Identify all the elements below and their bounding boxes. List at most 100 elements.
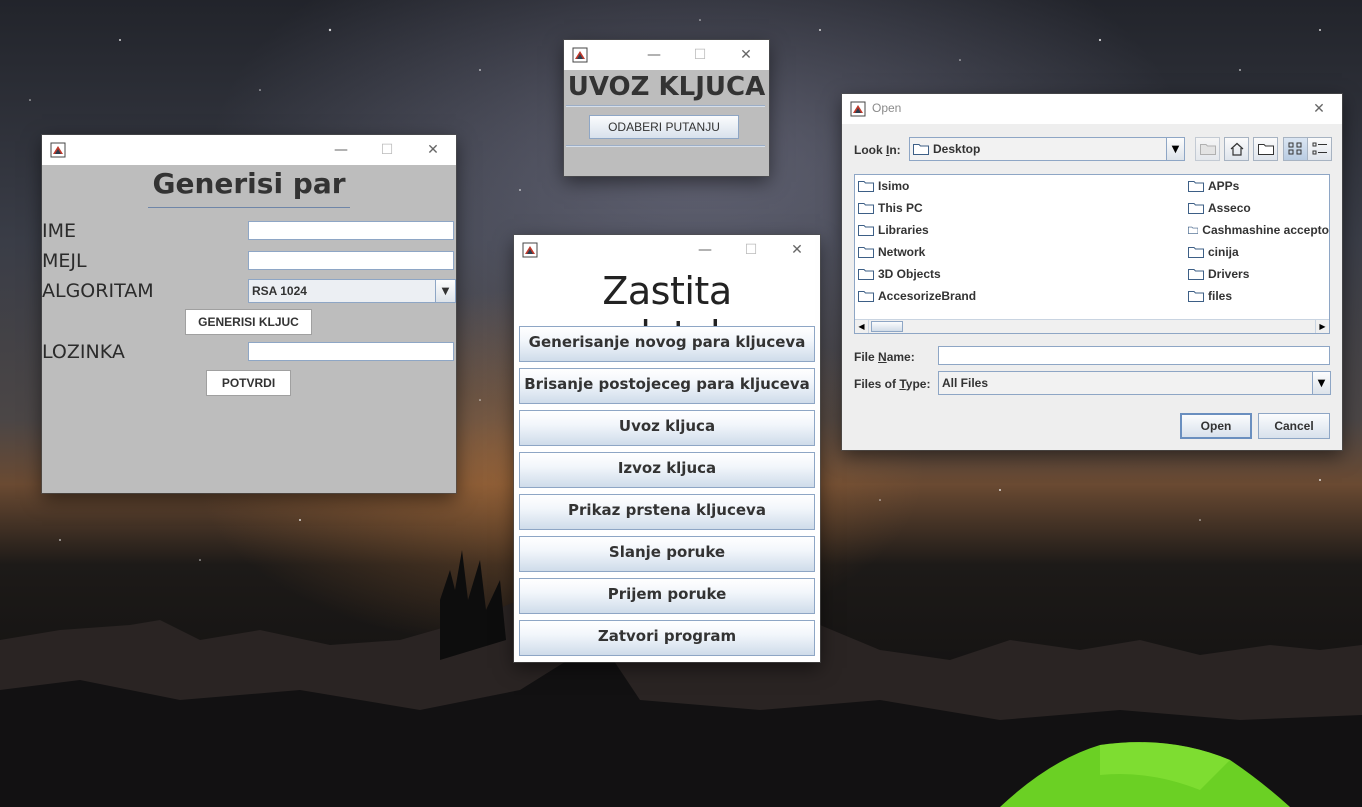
folder-icon (1188, 247, 1204, 258)
list-item[interactable]: 3D Objects (858, 267, 941, 281)
algoritam-label: ALGORITAM (42, 280, 154, 302)
uvoz-kljuca-button[interactable]: Uvoz kljuca (519, 410, 815, 446)
close-button[interactable]: ✕ (410, 135, 456, 165)
generisi-par-window: — ☐ ✕ Generisi par IME MEJL ALGORITAM RS… (42, 135, 456, 493)
separator (566, 145, 765, 147)
title-bar[interactable]: — ☐ ✕ (42, 135, 456, 165)
folder-icon (913, 144, 929, 155)
list-item[interactable]: Network (858, 245, 925, 259)
folder-icon (858, 225, 874, 236)
scroll-right-icon[interactable]: ▶ (1315, 320, 1329, 333)
ime-field[interactable] (248, 221, 454, 240)
home-icon[interactable] (1224, 137, 1249, 161)
folder-icon (858, 291, 874, 302)
list-item[interactable]: Cashmashine accepto (1188, 223, 1329, 237)
page-title: UVOZ KLJUCA (567, 72, 766, 102)
list-view-icon[interactable] (1283, 137, 1308, 161)
algoritam-selected-value: RSA 1024 (252, 284, 307, 298)
list-item[interactable]: Libraries (858, 223, 929, 237)
file-name-field[interactable] (938, 346, 1330, 365)
lozinka-label: LOZINKA (42, 341, 125, 363)
details-view-icon[interactable] (1307, 137, 1332, 161)
zatvori-program-button[interactable]: Zatvori program (519, 620, 815, 656)
ime-label: IME (42, 220, 77, 242)
close-button[interactable]: ✕ (1296, 94, 1342, 124)
generisi-panel: Generisi par IME MEJL ALGORITAM RSA 1024… (42, 165, 456, 493)
folder-icon (1188, 226, 1199, 234)
window-title: Open (872, 101, 902, 115)
separator (566, 105, 765, 107)
mejl-field[interactable] (248, 251, 454, 270)
open-dialog-body: Look In: Desktop ▼ Isimo This PC Librari… (842, 124, 1342, 450)
open-file-dialog: Open ✕ Look In: Desktop ▼ Isimo This PC … (842, 94, 1342, 450)
title-underline (148, 207, 350, 208)
title-bar[interactable]: — ☐ ✕ (514, 235, 820, 265)
chevron-down-icon[interactable]: ▼ (435, 280, 455, 302)
folder-icon (858, 269, 874, 280)
uvoz-kljuca-window: — ☐ ✕ UVOZ KLJUCA ODABERI PUTANJU (564, 40, 769, 176)
generisi-kljuc-button[interactable]: GENERISI KLJUC (185, 309, 312, 335)
java-app-icon (50, 142, 66, 158)
chevron-down-icon[interactable]: ▼ (1166, 138, 1184, 160)
files-of-type-label: Files of Type: (854, 377, 931, 391)
scrollbar-thumb[interactable] (871, 321, 903, 332)
folder-icon (1188, 203, 1204, 214)
mejl-label: MEJL (42, 250, 87, 272)
minimize-button[interactable]: — (682, 235, 728, 265)
files-of-type-select[interactable]: All Files ▼ (938, 371, 1331, 395)
generisanje-button[interactable]: Generisanje novog para kljuceva (519, 326, 815, 362)
izvoz-kljuca-button[interactable]: Izvoz kljuca (519, 452, 815, 488)
files-of-type-value: All Files (942, 376, 989, 390)
list-item[interactable]: This PC (858, 201, 923, 215)
folder-icon (858, 181, 874, 192)
java-app-icon (572, 47, 588, 63)
algoritam-select[interactable]: RSA 1024 ▼ (248, 279, 456, 303)
list-item[interactable]: Drivers (1188, 267, 1249, 281)
chevron-down-icon[interactable]: ▼ (1312, 372, 1330, 394)
folder-icon (1188, 181, 1204, 192)
list-item[interactable]: AccesorizeBrand (858, 289, 976, 303)
folder-icon (1188, 291, 1204, 302)
java-app-icon (522, 242, 538, 258)
prijem-poruke-button[interactable]: Prijem poruke (519, 578, 815, 614)
potvrdi-button[interactable]: POTVRDI (206, 370, 291, 396)
open-button[interactable]: Open (1180, 413, 1252, 439)
folder-icon (858, 203, 874, 214)
folder-icon (858, 247, 874, 258)
close-button[interactable]: ✕ (774, 235, 820, 265)
scroll-left-icon[interactable]: ◀ (855, 320, 869, 333)
uvoz-panel: UVOZ KLJUCA ODABERI PUTANJU (564, 70, 769, 176)
minimize-button[interactable]: — (631, 40, 677, 70)
list-item[interactable]: Isimo (858, 179, 909, 193)
title-bar[interactable]: Open ✕ (842, 94, 1342, 124)
list-item[interactable]: APPs (1188, 179, 1239, 193)
folder-icon (1188, 269, 1204, 280)
brisanje-button[interactable]: Brisanje postojeceg para kljuceva (519, 368, 815, 404)
up-one-level-icon[interactable] (1195, 137, 1220, 161)
title-bar[interactable]: — ☐ ✕ (564, 40, 769, 70)
cancel-button[interactable]: Cancel (1258, 413, 1330, 439)
java-app-icon (850, 101, 866, 117)
page-title: Generisi par (152, 167, 346, 200)
file-name-label: File Name: (854, 350, 915, 364)
maximize-button[interactable]: ☐ (677, 40, 723, 70)
lozinka-field[interactable] (248, 342, 454, 361)
prikaz-prstena-button[interactable]: Prikaz prstena kljuceva (519, 494, 815, 530)
maximize-button[interactable]: ☐ (364, 135, 410, 165)
slanje-poruke-button[interactable]: Slanje poruke (519, 536, 815, 572)
look-in-select[interactable]: Desktop ▼ (909, 137, 1185, 161)
close-button[interactable]: ✕ (723, 40, 769, 70)
list-item[interactable]: files (1188, 289, 1232, 303)
list-item[interactable]: cinija (1188, 245, 1239, 259)
main-menu-panel: Zastita podataka Generisanje novog para … (514, 265, 820, 662)
new-folder-icon[interactable] (1253, 137, 1278, 161)
zastita-podataka-window: — ☐ ✕ Zastita podataka Generisanje novog… (514, 235, 820, 662)
maximize-button[interactable]: ☐ (728, 235, 774, 265)
horizontal-scrollbar[interactable]: ◀ ▶ (855, 319, 1329, 333)
file-list[interactable]: Isimo This PC Libraries Network 3D Objec… (854, 174, 1330, 334)
look-in-value: Desktop (910, 142, 1166, 156)
list-item[interactable]: Asseco (1188, 201, 1251, 215)
minimize-button[interactable]: — (318, 135, 364, 165)
odaberi-putanju-button[interactable]: ODABERI PUTANJU (589, 115, 739, 139)
look-in-label: Look In: (854, 143, 901, 157)
